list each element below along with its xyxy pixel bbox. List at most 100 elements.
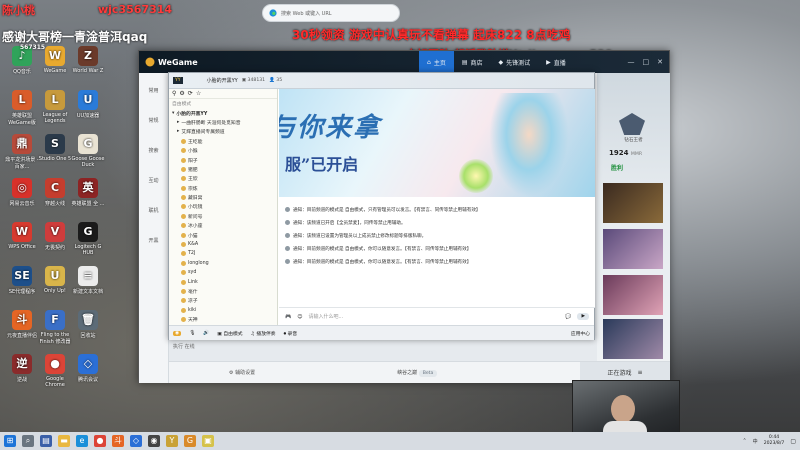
yy-subchannel[interactable]: ▸ 艾辉直播间专属频道: [169, 127, 277, 136]
desktop-icon[interactable]: ◎ 网易云音乐: [4, 178, 40, 207]
desktop-icon[interactable]: G Logitech G HUB: [70, 222, 106, 256]
yy-member[interactable]: 小猴: [169, 146, 277, 155]
free-mode[interactable]: ▣ 自由模式: [217, 330, 242, 337]
yy-taskbar-icon[interactable]: Y: [166, 435, 178, 447]
yy-member[interactable]: 王屹能: [169, 137, 277, 146]
chrome-icon[interactable]: ●: [94, 435, 106, 447]
notification-icon[interactable]: ▢: [790, 438, 796, 445]
desktop-icon[interactable]: W WPS Office: [4, 222, 40, 250]
browser-search-bar[interactable]: 搜索 Web 或键入 URL: [262, 4, 400, 22]
desktop-icon[interactable]: Z World War Z: [70, 46, 106, 74]
comment-icon[interactable]: 💬: [565, 314, 571, 320]
desktop-icon[interactable]: 🗑 回收站: [70, 310, 106, 339]
system-clock[interactable]: 0:44 2023/8/7: [764, 435, 785, 447]
yy-member[interactable]: syd: [169, 268, 277, 277]
yy-member[interactable]: 凉子: [169, 296, 277, 305]
desktop-icon[interactable]: U Only Up!: [37, 266, 73, 294]
maximize-icon[interactable]: □: [643, 58, 650, 66]
wegame-sidebar-item[interactable]: 互动: [141, 177, 166, 193]
match-thumbnail[interactable]: [603, 183, 663, 223]
desktop-icon[interactable]: U UU加速器: [70, 90, 106, 119]
search-icon[interactable]: ⌕: [22, 435, 34, 447]
minimize-icon[interactable]: —: [628, 58, 635, 66]
yy-member[interactable]: 新问号: [169, 212, 277, 221]
desktop-icon[interactable]: V 无畏契约: [37, 222, 73, 251]
yy-member[interactable]: Link: [169, 277, 277, 286]
wegame-nav-tab[interactable]: ⌂ 主页: [419, 51, 454, 73]
desktop-icon[interactable]: 英英雄联盟 全 ...: [70, 178, 106, 207]
yy-channel-root[interactable]: ▾ 小胎的开黑YY: [169, 108, 277, 117]
wegame-taskbar-icon[interactable]: G: [184, 435, 196, 447]
desktop-icon[interactable]: S Studio One 5: [37, 134, 73, 162]
desktop-icon-label: League of Legends: [42, 112, 68, 124]
yy-member[interactable]: 冰小座: [169, 221, 277, 230]
record-button[interactable]: ⏺ 录音: [284, 330, 298, 337]
log-line: 通知：目前频道的模式是 自由模式，你可以随意发言。【有禁言、同传等禁止用辅有效】: [285, 242, 589, 255]
wegame-nav-tab[interactable]: ◆ 先锋测试: [491, 51, 539, 73]
yy-member[interactable]: T2J: [169, 249, 277, 258]
stream-app-icon[interactable]: 斗: [112, 435, 124, 447]
yy-member[interactable]: 宗炼: [169, 184, 277, 193]
close-icon[interactable]: ✕: [657, 58, 663, 66]
yy-event-banner[interactable]: 与你来拿 服”已开启: [279, 89, 595, 197]
send-button[interactable]: ▶: [577, 313, 589, 320]
yy-subchannel[interactable]: ▸ 一曲肝肠断 天涯何处觅知音: [169, 118, 277, 127]
speaker-icon[interactable]: 🔊: [203, 331, 209, 336]
task-view-icon[interactable]: ▤: [40, 435, 52, 447]
tencent-icon[interactable]: ◇: [130, 435, 142, 447]
desktop-icon[interactable]: ≡ 新建文本文档: [70, 266, 106, 295]
person-icon[interactable]: ⚲: [172, 90, 176, 97]
match-thumbnail[interactable]: [603, 319, 663, 359]
obs-icon[interactable]: ◉: [148, 435, 160, 447]
folder-icon[interactable]: ▣: [202, 435, 214, 447]
desktop-icon[interactable]: ● Google Chrome: [37, 354, 73, 388]
yy-member[interactable]: kiki: [169, 306, 277, 315]
match-thumbnail[interactable]: [603, 275, 663, 315]
star-icon[interactable]: ☆: [196, 90, 201, 97]
app-center[interactable]: 应用中心: [571, 330, 590, 337]
yy-member[interactable]: 小猫: [169, 230, 277, 239]
file-explorer-icon[interactable]: ▬: [58, 435, 70, 447]
tray-chevron-icon[interactable]: ⌃: [742, 438, 746, 444]
desktop-icon[interactable]: ◇ 腾讯会议: [70, 354, 106, 383]
yy-member[interactable]: 毫什: [169, 287, 277, 296]
desktop-icon[interactable]: F Fling to the Finish 修改器: [37, 310, 73, 345]
assist-settings[interactable]: ⚙ 辅助设置: [229, 369, 255, 376]
yy-member[interactable]: 王欣: [169, 174, 277, 183]
emoji-icon[interactable]: ☺: [297, 314, 302, 320]
yy-member[interactable]: longlong: [169, 259, 277, 268]
start-icon[interactable]: ⊞: [4, 435, 16, 447]
wegame-sidebar-item[interactable]: 联机: [141, 207, 166, 223]
play-accompaniment[interactable]: ♫ 播放伴奏: [251, 330, 276, 337]
refresh-icon[interactable]: ⟳: [188, 90, 193, 97]
desktop-icon[interactable]: 逆逆战: [4, 354, 40, 383]
gamepad-icon[interactable]: 🎮: [285, 314, 291, 320]
wegame-nav-tab[interactable]: ▶ 直播: [538, 51, 574, 73]
edge-icon[interactable]: e: [76, 435, 88, 447]
gear-icon[interactable]: ⚙: [179, 90, 184, 97]
yy-member[interactable]: 天神: [169, 315, 277, 324]
yy-member[interactable]: K&A: [169, 240, 277, 249]
wegame-sidebar-item[interactable]: 常用: [141, 87, 166, 103]
wegame-nav-tab[interactable]: ▤ 商店: [454, 51, 491, 73]
wegame-sidebar-item[interactable]: 常规: [141, 117, 166, 133]
desktop-icon[interactable]: 鼎鼎平龙洪场景 - 百家...: [4, 134, 40, 170]
desktop-icon[interactable]: G Goose Goose Duck: [70, 134, 106, 168]
yy-avatar[interactable]: ◉: [173, 330, 182, 336]
desktop-icon[interactable]: C 穿越火线: [37, 178, 73, 207]
desktop-icon[interactable]: L League of Legends: [37, 90, 73, 124]
desktop-icon[interactable]: L 英雄联盟WeGame版: [4, 90, 40, 126]
desktop-icon[interactable]: 斗元夜直播伴侣: [4, 310, 40, 339]
game-mode[interactable]: 峡谷之巅 Beta: [397, 369, 438, 377]
ime-indicator[interactable]: 中: [753, 438, 758, 445]
wegame-sidebar-item[interactable]: 开黑: [141, 237, 166, 253]
wegame-sidebar-item[interactable]: 搜索: [141, 147, 166, 163]
yy-member[interactable]: 阳子: [169, 155, 277, 164]
match-thumbnail[interactable]: [603, 229, 663, 269]
yy-member[interactable]: 藏旧窝: [169, 193, 277, 202]
desktop-icon[interactable]: SE SE代理程序: [4, 266, 40, 295]
yy-member[interactable]: 猪肥: [169, 165, 277, 174]
yy-member[interactable]: 小玩镜: [169, 202, 277, 211]
yy-message-input[interactable]: 请输入什么吧...: [308, 313, 559, 320]
mic-icon[interactable]: 🎙: [189, 331, 195, 336]
